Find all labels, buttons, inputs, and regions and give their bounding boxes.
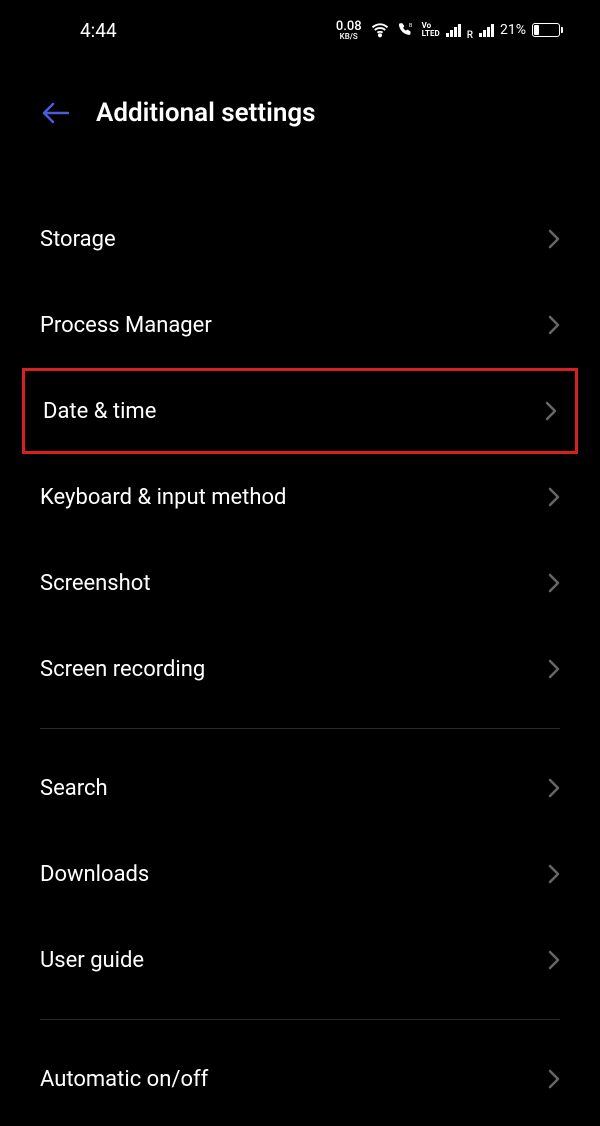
settings-item-screenshot[interactable]: Screenshot <box>0 540 600 626</box>
wifi-icon <box>370 21 390 39</box>
battery-percent: 21% <box>500 22 526 38</box>
item-label: Screenshot <box>40 571 151 596</box>
item-label: Automatic on/off <box>40 1067 208 1092</box>
settings-item-user-guide[interactable]: User guide <box>0 917 600 1003</box>
settings-item-automatic-onoff[interactable]: Automatic on/off <box>0 1036 600 1122</box>
app-header: Additional settings <box>0 60 600 148</box>
item-label: Keyboard & input method <box>40 485 286 510</box>
call-icon: B <box>396 21 416 39</box>
volte-indicator: Vo LTED <box>422 22 440 38</box>
settings-item-search[interactable]: Search <box>0 745 600 831</box>
battery-icon <box>532 23 560 37</box>
svg-text:B: B <box>409 23 412 29</box>
back-arrow-icon <box>42 102 70 124</box>
settings-item-process-manager[interactable]: Process Manager <box>0 282 600 368</box>
item-label: Downloads <box>40 862 149 887</box>
status-indicators: 0.08 KB/S B Vo LTED R <box>336 20 560 41</box>
settings-item-date-time[interactable]: Date & time <box>22 368 578 454</box>
chevron-right-icon <box>548 1069 560 1089</box>
signal-bars-1 <box>446 23 461 37</box>
item-label: Search <box>40 776 108 801</box>
back-button[interactable] <box>42 102 70 124</box>
settings-item-screen-recording[interactable]: Screen recording <box>0 626 600 712</box>
chevron-right-icon <box>548 487 560 507</box>
chevron-right-icon <box>548 573 560 593</box>
settings-list: Storage Process Manager Date & time Keyb… <box>0 148 600 1122</box>
settings-item-keyboard[interactable]: Keyboard & input method <box>0 454 600 540</box>
data-speed-indicator: 0.08 KB/S <box>336 20 362 41</box>
item-label: Date & time <box>43 399 156 424</box>
chevron-right-icon <box>548 864 560 884</box>
item-label: Storage <box>40 227 116 252</box>
settings-item-downloads[interactable]: Downloads <box>0 831 600 917</box>
page-title: Additional settings <box>96 98 316 128</box>
chevron-right-icon <box>545 401 557 421</box>
signal-bars-2 <box>479 23 494 37</box>
roaming-indicator: R <box>467 30 473 41</box>
divider <box>40 728 560 729</box>
chevron-right-icon <box>548 778 560 798</box>
item-label: Process Manager <box>40 313 212 338</box>
chevron-right-icon <box>548 229 560 249</box>
status-time: 4:44 <box>80 19 117 42</box>
settings-item-storage[interactable]: Storage <box>0 196 600 282</box>
chevron-right-icon <box>548 950 560 970</box>
chevron-right-icon <box>548 315 560 335</box>
item-label: User guide <box>40 948 144 973</box>
status-bar: 4:44 0.08 KB/S B Vo LTED R <box>0 0 600 60</box>
divider <box>40 1019 560 1020</box>
item-label: Screen recording <box>40 657 205 682</box>
chevron-right-icon <box>548 659 560 679</box>
